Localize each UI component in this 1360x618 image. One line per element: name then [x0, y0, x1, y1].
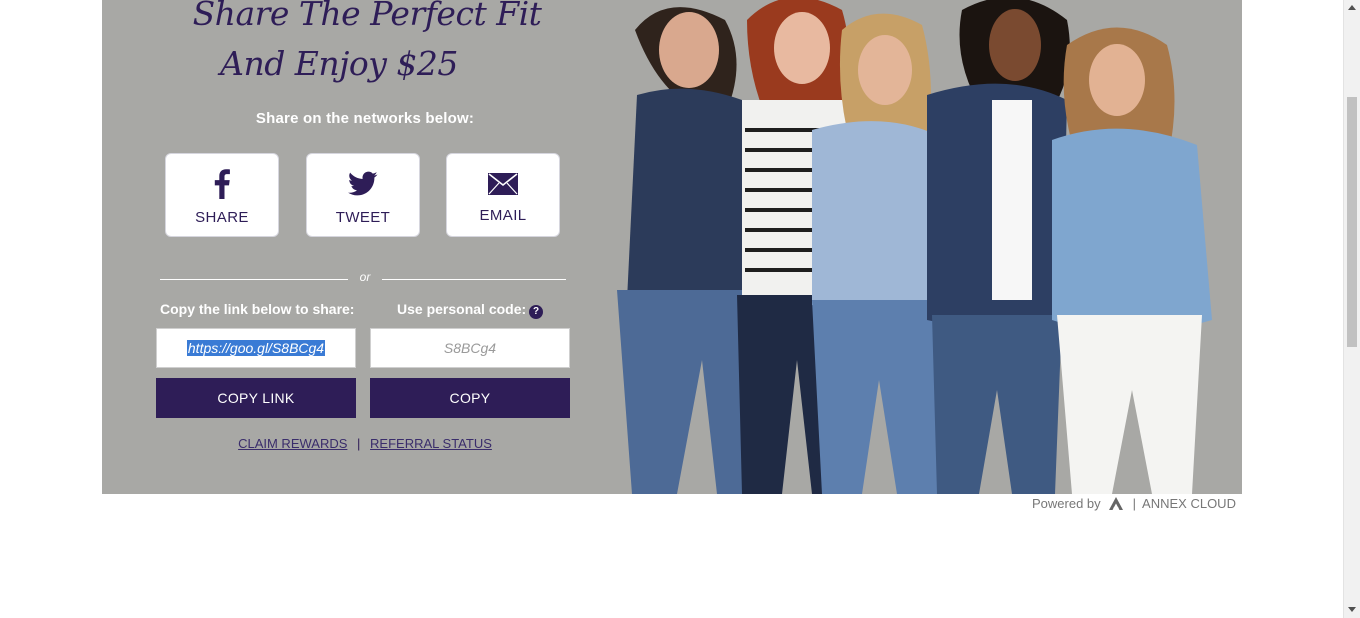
email-share-button[interactable]: EMAIL	[446, 153, 560, 237]
bottom-links: CLAIM REWARDS | REFERRAL STATUS	[102, 436, 628, 451]
scroll-down-arrow-icon[interactable]	[1344, 602, 1360, 616]
page: Share The Perfect Fit And Enjoy $25 Shar…	[0, 0, 1360, 618]
powered-by-footer: Powered by | ANNEX CLOUD	[1032, 495, 1236, 511]
copy-link-button[interactable]: COPY LINK	[156, 378, 356, 418]
claim-rewards-link[interactable]: CLAIM REWARDS	[238, 436, 347, 451]
facebook-share-label: SHARE	[195, 209, 249, 226]
personal-code-field[interactable]: S8BCg4	[370, 328, 570, 368]
facebook-share-button[interactable]: SHARE	[165, 153, 279, 237]
women-group-photo	[607, 0, 1242, 494]
vertical-scrollbar[interactable]	[1343, 0, 1360, 618]
copy-link-label: Copy the link below to share:	[160, 301, 355, 317]
email-share-label: EMAIL	[479, 207, 527, 224]
referral-link-value: https://goo.gl/S8BCg4	[186, 340, 326, 356]
envelope-icon	[447, 168, 559, 200]
divider-left	[160, 279, 348, 280]
headline-line-2: And Enjoy $25	[220, 44, 458, 83]
bottom-links-separator: |	[357, 436, 361, 451]
divider-right	[382, 279, 566, 280]
referral-link-field[interactable]: https://goo.gl/S8BCg4	[156, 328, 356, 368]
referral-panel: Share The Perfect Fit And Enjoy $25 Shar…	[102, 0, 1242, 494]
copy-code-button[interactable]: COPY	[370, 378, 570, 418]
headline-line-1: Share The Perfect Fit	[192, 0, 542, 33]
twitter-tweet-button[interactable]: TWEET	[306, 153, 420, 237]
personal-code-label: Use personal code:	[397, 301, 527, 317]
powered-by-text: Powered by	[1032, 495, 1101, 511]
divider-or-text: or	[359, 270, 371, 284]
annex-cloud-brand[interactable]: ANNEX CLOUD	[1142, 496, 1236, 511]
share-prompt: Share on the networks below:	[255, 110, 475, 127]
scrollbar-thumb[interactable]	[1347, 97, 1357, 347]
powered-by-separator: |	[1132, 495, 1137, 511]
twitter-icon	[307, 168, 419, 200]
scroll-up-arrow-icon[interactable]	[1344, 0, 1360, 14]
facebook-icon	[166, 168, 278, 200]
help-question-icon[interactable]: ?	[529, 305, 543, 319]
referral-status-link[interactable]: REFERRAL STATUS	[370, 436, 492, 451]
twitter-tweet-label: TWEET	[335, 209, 391, 226]
annex-cloud-logo-icon	[1108, 496, 1123, 510]
